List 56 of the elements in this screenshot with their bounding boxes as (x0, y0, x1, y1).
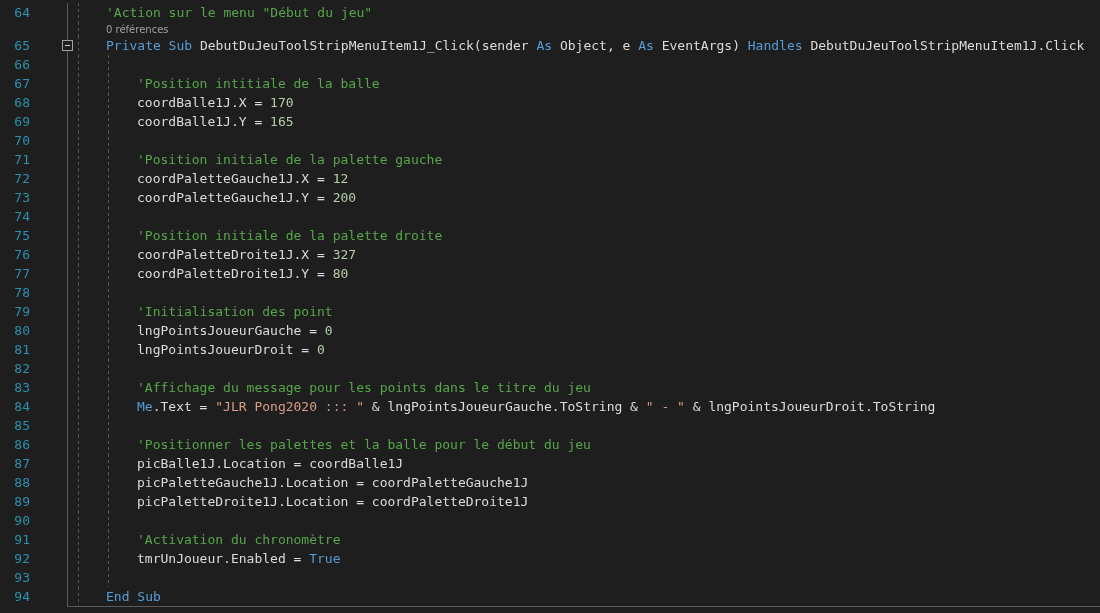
line-number: 69 (14, 114, 30, 129)
line-number: 78 (14, 285, 30, 300)
line-number: 76 (14, 247, 30, 262)
code-line: picBalle1J.Location = coordBalle1J (137, 455, 404, 473)
code-line: 'Positionner les palettes et la balle pour le début du jeu (137, 436, 591, 454)
code-line: picPaletteGauche1J.Location = coordPaletteGauche1J (137, 474, 529, 492)
line-number: 82 (14, 361, 30, 376)
code-line: 'Position initiale de la palette gauche (137, 151, 443, 169)
line-number: 68 (14, 95, 30, 110)
code-line: 'Activation du chronomètre (137, 531, 341, 549)
code-line: 'Initialisation des point (137, 303, 333, 321)
line-number: 83 (14, 380, 30, 395)
line-number: 85 (14, 418, 30, 433)
code-line: picPaletteDroite1J.Location = coordPaletteDroite1J (137, 493, 529, 511)
code-line: 'Position initiale de la palette droite (137, 227, 443, 245)
line-number: 79 (14, 304, 30, 319)
line-number: 80 (14, 323, 30, 338)
line-number: 77 (14, 266, 30, 281)
line-number: 93 (14, 570, 30, 585)
code-line: End Sub (106, 588, 161, 606)
code-line: 'Action sur le menu "Début du jeu" (106, 4, 373, 22)
code-line: coordPaletteDroite1J.X = 327 (137, 246, 357, 264)
line-number: 66 (14, 57, 30, 72)
line-number: 91 (14, 532, 30, 547)
line-number: 67 (14, 76, 30, 91)
line-number: 92 (14, 551, 30, 566)
code-line: coordPaletteGauche1J.X = 12 (137, 170, 349, 188)
line-number: 81 (14, 342, 30, 357)
line-number: 88 (14, 475, 30, 490)
line-number: 86 (14, 437, 30, 452)
line-number: 84 (14, 399, 30, 414)
code-line: lngPointsJoueurDroit = 0 (137, 341, 325, 359)
line-number: 72 (14, 171, 30, 186)
code-line: lngPointsJoueurGauche = 0 (137, 322, 333, 340)
code-line: coordPaletteGauche1J.Y = 200 (137, 189, 357, 207)
line-number: 73 (14, 190, 30, 205)
line-number: 70 (14, 133, 30, 148)
line-number: 65 (14, 38, 30, 53)
fold-toggle-icon[interactable] (62, 40, 73, 51)
code-line: tmrUnJoueur.Enabled = True (137, 550, 341, 568)
line-number: 87 (14, 456, 30, 471)
code-line: 'Position intitiale de la balle (137, 75, 380, 93)
line-number: 64 (14, 5, 30, 20)
line-number: 90 (14, 513, 30, 528)
code-line: coordBalle1J.X = 170 (137, 94, 294, 112)
line-number: 74 (14, 209, 30, 224)
line-number: 75 (14, 228, 30, 243)
line-number: 94 (14, 589, 30, 604)
code-line: Private Sub DebutDuJeuToolStripMenuItem1J_Click(sender As Object, e As EventArgs) Handles DebutDuJeuToolStripMenuItem1J.Click (106, 37, 1085, 55)
line-number: 89 (14, 494, 30, 509)
reference-count-link[interactable]: 0 références (106, 24, 169, 35)
code-line: 'Affichage du message pour les points dans le titre du jeu (137, 379, 591, 397)
code-line: coordPaletteDroite1J.Y = 80 (137, 265, 349, 283)
code-line: Me.Text = "JLR Pong2020 ::: " & lngPointsJoueurGauche.ToString & " - " & lngPointsJoueurDroit.ToString (137, 398, 936, 416)
code-line: coordBalle1J.Y = 165 (137, 113, 294, 131)
line-number: 71 (14, 152, 30, 167)
